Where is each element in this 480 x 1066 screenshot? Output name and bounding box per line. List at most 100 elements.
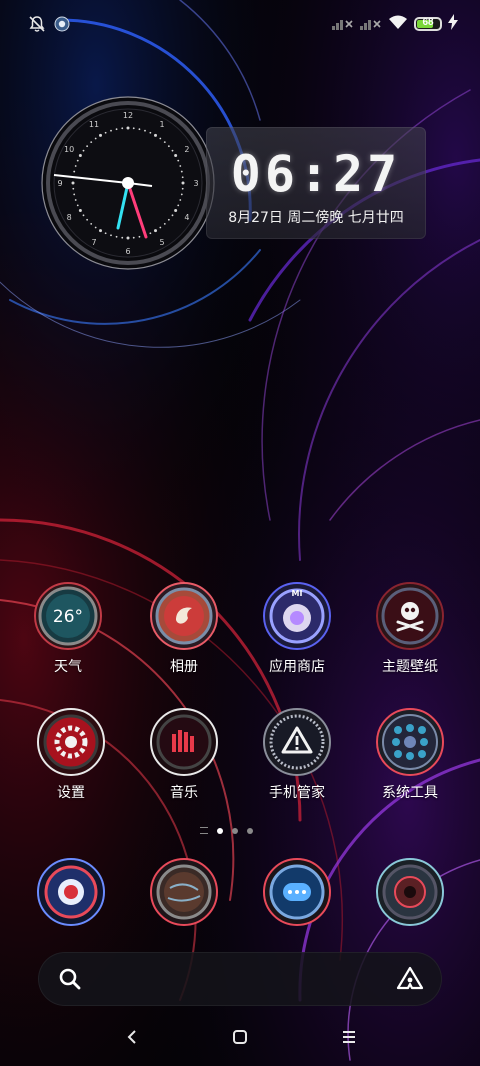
- clock-number: 7: [91, 238, 96, 247]
- clock-tick: [72, 187, 75, 190]
- analog-clock[interactable]: 121234567891011: [40, 95, 216, 271]
- music-icon: [150, 708, 218, 776]
- battery-icon: 68: [414, 17, 442, 31]
- clock-tick: [76, 204, 79, 207]
- navigation-bar: [0, 1010, 480, 1066]
- clock-tick: [90, 222, 93, 225]
- status-bar: 68: [0, 0, 480, 52]
- clock-tick: [76, 159, 79, 162]
- clock-tick: [121, 236, 124, 239]
- app-themes[interactable]: 主题壁纸: [354, 582, 466, 676]
- tools-icon: [376, 708, 444, 776]
- menu-icon[interactable]: [340, 1028, 358, 1050]
- app-music[interactable]: 音乐: [128, 708, 240, 802]
- charging-icon: [448, 14, 458, 34]
- clock-tick: [174, 209, 178, 212]
- clock-tick: [71, 181, 75, 185]
- back-icon[interactable]: [124, 1028, 142, 1050]
- home-icon[interactable]: [231, 1028, 249, 1050]
- page-dot[interactable]: [232, 827, 238, 834]
- app-store-icon: MI: [263, 582, 331, 650]
- app-tools[interactable]: 系统工具: [354, 708, 466, 802]
- app-security[interactable]: 手机管家: [241, 708, 353, 802]
- clock-tick: [121, 127, 124, 130]
- time-date-widget[interactable]: 06:27 8月27日 周二傍晚 七月廿四: [206, 127, 426, 239]
- app-label: 手机管家: [269, 785, 325, 801]
- app-settings[interactable]: 设置: [15, 708, 127, 802]
- messages-icon: [263, 858, 331, 926]
- browser-icon: [150, 858, 218, 926]
- app-gallery[interactable]: 相册: [128, 582, 240, 676]
- search-icon[interactable]: [58, 967, 82, 995]
- clock-tick: [78, 154, 82, 157]
- clock-tick: [163, 222, 166, 225]
- clock-tick: [99, 133, 102, 137]
- clock-number: 5: [159, 238, 164, 247]
- themes-icon: [376, 582, 444, 650]
- clock-tick: [138, 235, 141, 238]
- page-indicator: [200, 827, 253, 834]
- clock-tick: [126, 236, 130, 240]
- clock-tick: [180, 170, 183, 173]
- dock-app-browser[interactable]: [128, 858, 240, 926]
- clock-number: 4: [184, 213, 189, 222]
- clock-tick: [167, 145, 170, 148]
- app-store[interactable]: MI 应用商店: [241, 582, 353, 676]
- gallery-icon: [150, 582, 218, 650]
- phone-icon: [37, 858, 105, 926]
- camera-icon: [376, 858, 444, 926]
- clock-tick: [144, 129, 146, 132]
- clock-tick: [154, 133, 157, 137]
- clock-tick: [177, 159, 180, 162]
- app-label: 系统工具: [382, 785, 438, 801]
- app-label: 音乐: [170, 785, 198, 801]
- clock-tick: [82, 214, 85, 217]
- clock-tick: [180, 193, 183, 196]
- clock-tick: [86, 218, 89, 221]
- app-label: 设置: [57, 785, 85, 801]
- notifications-off-icon: [28, 15, 46, 37]
- clock-tick: [179, 165, 182, 167]
- clock-tick: [149, 232, 152, 235]
- search-bar[interactable]: [38, 952, 442, 1006]
- clock-tick: [159, 226, 162, 229]
- assistant-icon[interactable]: [396, 966, 424, 996]
- clock-tick: [78, 209, 82, 212]
- dock-app-phone[interactable]: [15, 858, 127, 926]
- clock-tick: [94, 226, 97, 229]
- page-dash: [200, 827, 208, 834]
- wifi-icon: [388, 14, 408, 34]
- clock-tick: [167, 218, 170, 221]
- clock-tick: [104, 232, 107, 235]
- date-text: 8月27日 周二傍晚 七月廿四: [228, 210, 404, 226]
- clock-number: 2: [184, 145, 189, 154]
- clock-tick: [181, 187, 184, 190]
- app-label: 应用商店: [269, 659, 325, 675]
- dock-app-messages[interactable]: [241, 858, 353, 926]
- dock-app-camera[interactable]: [354, 858, 466, 926]
- signal-no-service-icon: [332, 15, 354, 34]
- digital-time: 06:27: [230, 145, 402, 203]
- signal-no-service-icon: [360, 15, 382, 34]
- app-label: 天气: [54, 659, 82, 675]
- clock-tick: [115, 128, 118, 131]
- store-badge: MI: [292, 589, 303, 598]
- clock-tick: [138, 128, 141, 131]
- page-dot-active[interactable]: [217, 827, 223, 834]
- app-label: 相册: [170, 659, 198, 675]
- clock-tick: [82, 149, 85, 152]
- clock-tick: [171, 214, 174, 217]
- clock-tick: [99, 229, 102, 233]
- clock-tick: [171, 149, 174, 152]
- clock-tick: [159, 137, 162, 140]
- clock-tick: [86, 145, 89, 148]
- clock-tick: [73, 170, 76, 173]
- clock-number: 1: [159, 120, 164, 129]
- battery-level: 68: [422, 17, 434, 28]
- clock-number: 10: [64, 145, 74, 154]
- clock-tick: [177, 204, 180, 207]
- page-dot[interactable]: [247, 827, 253, 834]
- app-weather[interactable]: 26° 天气: [12, 582, 124, 676]
- clock-tick: [73, 193, 76, 196]
- clock-tick: [149, 131, 152, 134]
